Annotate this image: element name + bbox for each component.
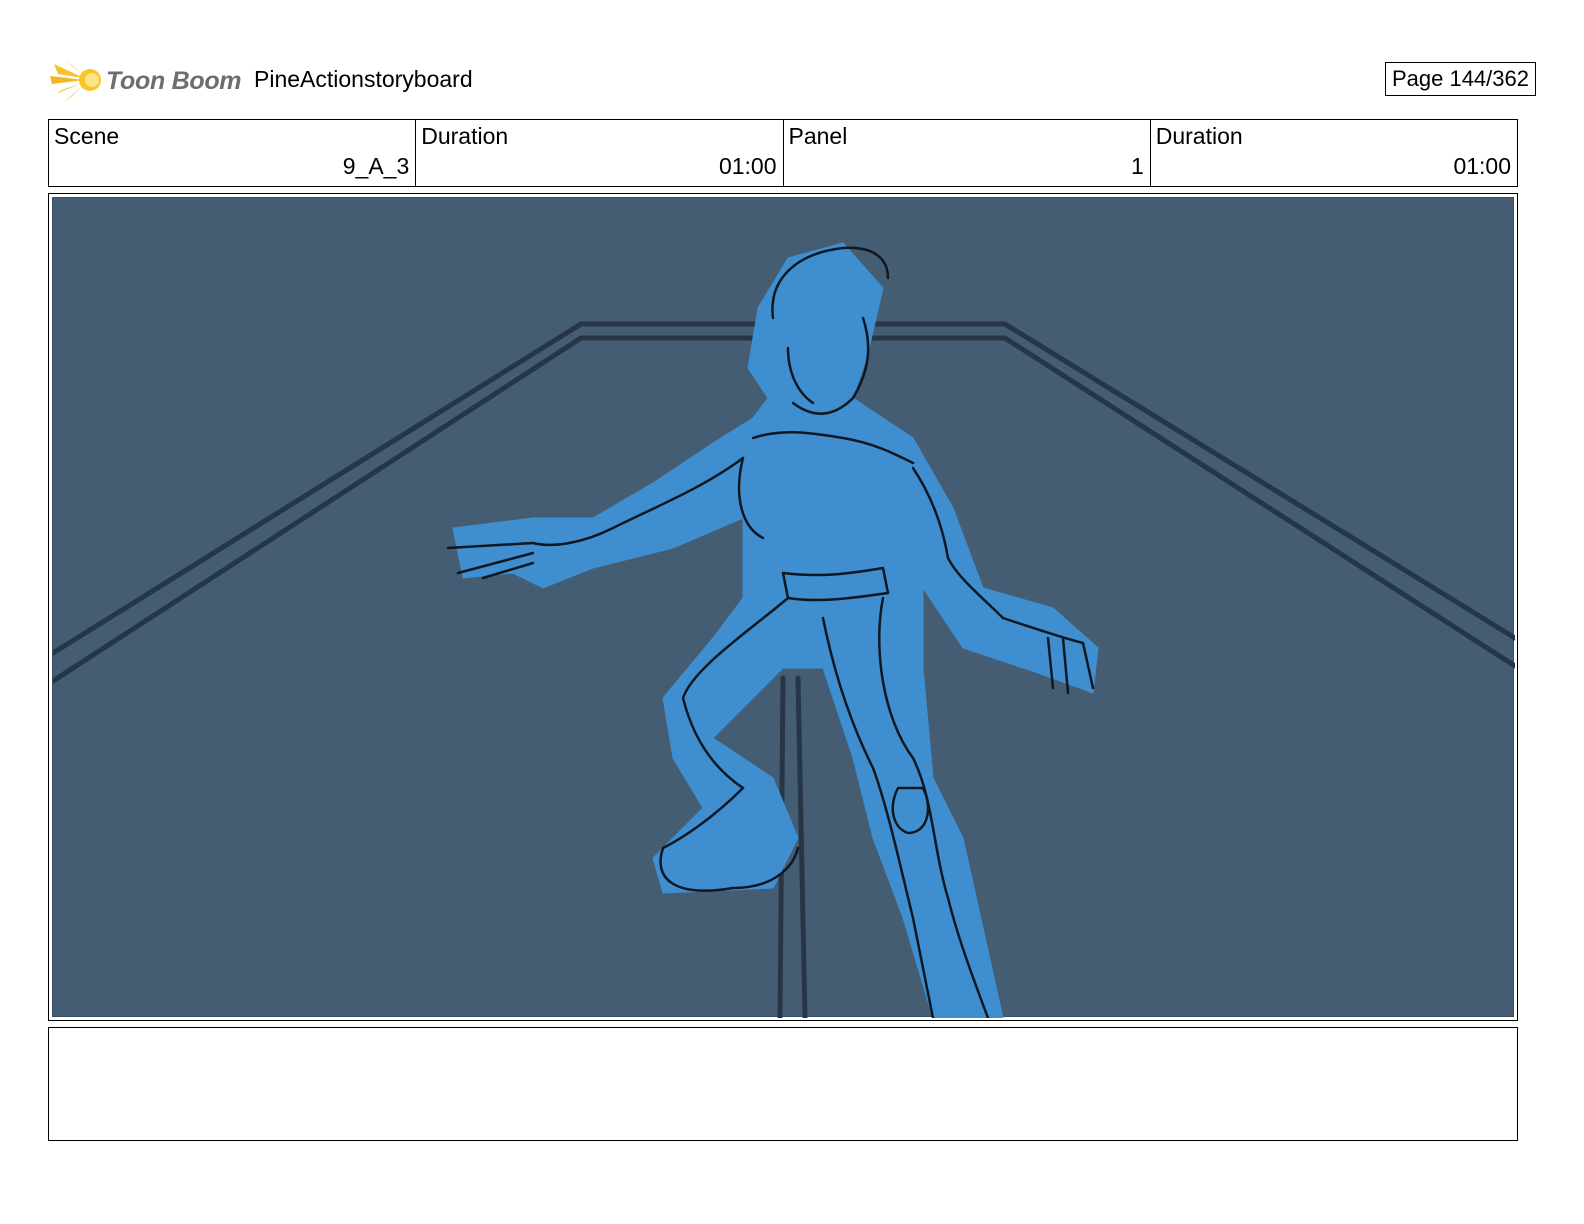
scene-duration-cell: Duration 01:00 [416, 120, 784, 186]
scene-value: 9_A_3 [342, 153, 410, 179]
panel-duration-cell: Duration 01:00 [1151, 120, 1517, 186]
panel-info-table: Scene 9_A_3 Duration 01:00 Panel 1 Durat… [48, 119, 1518, 187]
panel-drawing [52, 197, 1515, 1018]
scene-label: Scene [54, 123, 120, 149]
panel-value: 1 [1130, 153, 1144, 179]
scene-cell: Scene 9_A_3 [49, 120, 417, 186]
logo-text: Toon Boom [106, 67, 242, 95]
panel-duration-label: Duration [1155, 123, 1243, 149]
panel-duration-value: 01:00 [1453, 153, 1511, 179]
panel-notes [48, 1027, 1518, 1141]
page-number: Page 144/362 [1384, 62, 1536, 96]
toon-boom-logo: Toon Boom [50, 56, 242, 104]
scene-duration-value: 01:00 [718, 153, 777, 179]
panel-label: Panel [788, 123, 848, 149]
project-title: PineActionstoryboard [254, 66, 473, 92]
scene-duration-label: Duration [421, 123, 509, 149]
page-header: Toon Boom PineActionstoryboard Page 144/… [48, 52, 1536, 108]
starburst-icon [50, 60, 101, 102]
storyboard-panel [48, 193, 1518, 1021]
panel-cell: Panel 1 [784, 120, 1151, 186]
sketch-drawing [53, 242, 1515, 1018]
